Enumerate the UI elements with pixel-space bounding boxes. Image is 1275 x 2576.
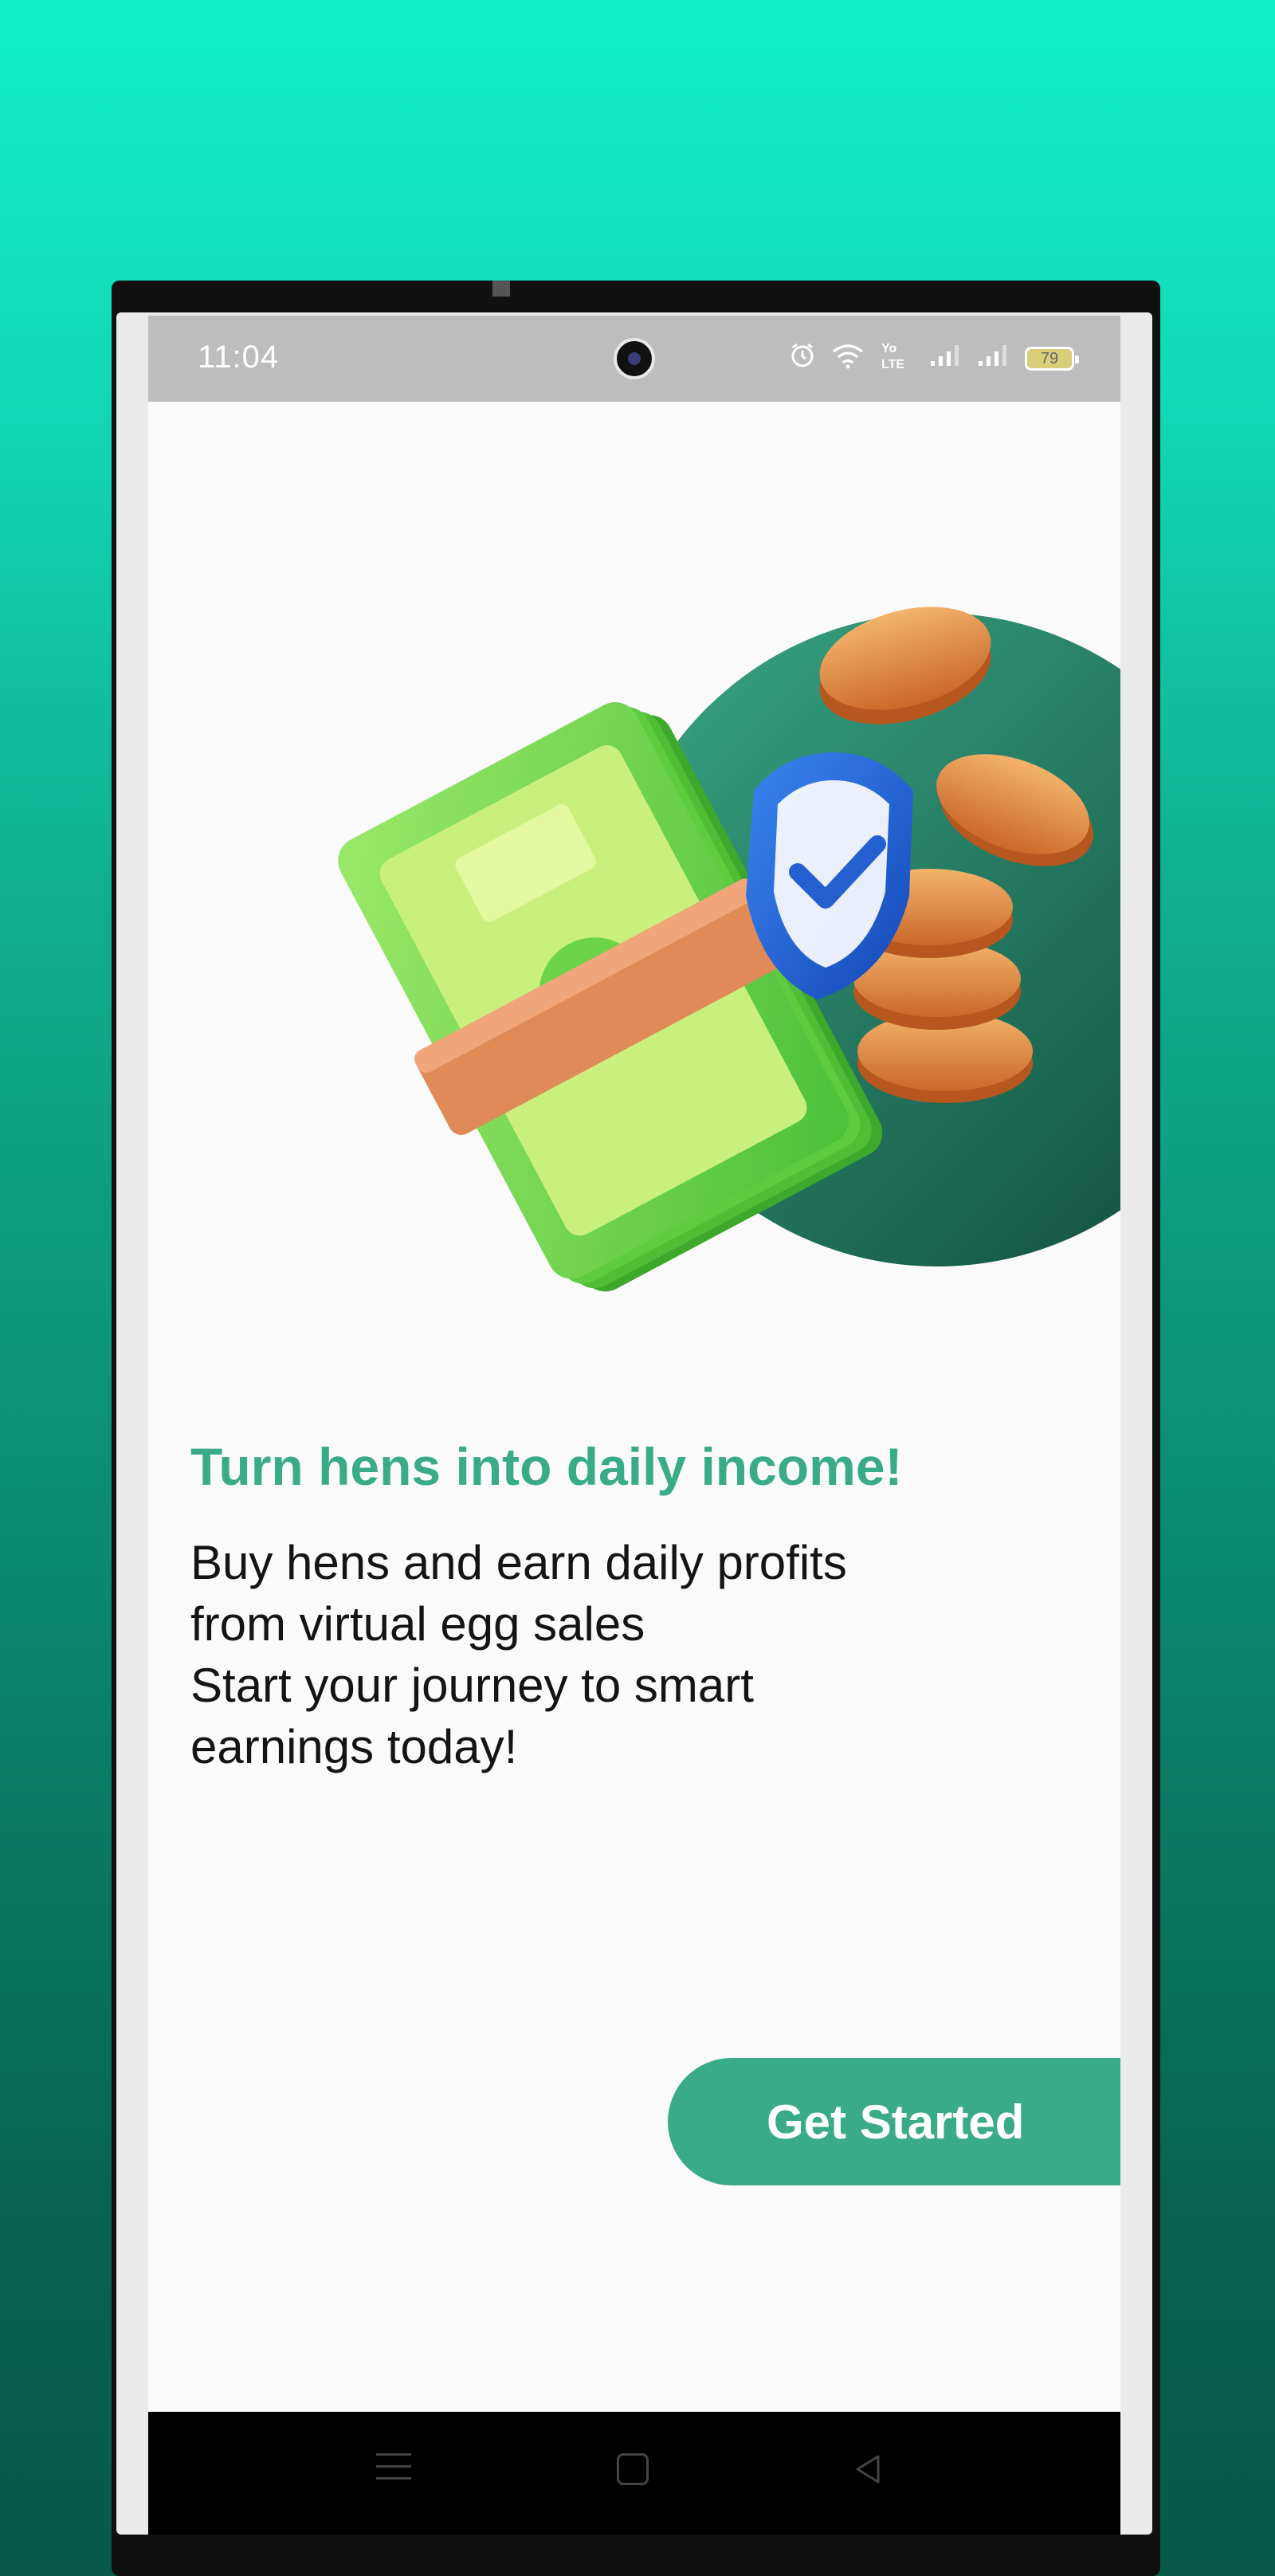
svg-text:LTE: LTE (881, 358, 904, 371)
description-line: Buy hens and earn daily profits (190, 1536, 847, 1589)
menu-icon[interactable] (376, 2453, 411, 2489)
wifi-icon (830, 342, 865, 375)
battery-icon: 79 (1025, 347, 1079, 371)
back-icon[interactable] (853, 2453, 885, 2489)
description-line: Start your journey to smart (190, 1659, 754, 1712)
description-line: earnings today! (190, 1720, 518, 1773)
app-screen: 11:04 Yo LTE 79 Turn hens into daily inc… (148, 316, 1120, 2535)
phone-notch (492, 281, 510, 296)
status-icons: Yo LTE 79 (789, 340, 1079, 378)
status-bar: 11:04 Yo LTE 79 (148, 316, 1120, 402)
status-time: 11:04 (198, 340, 280, 375)
get-started-button[interactable]: Get Started (668, 2058, 1120, 2185)
signal-icon (929, 344, 963, 374)
home-icon[interactable] (617, 2453, 649, 2485)
alarm-icon (789, 342, 816, 375)
svg-text:Yo: Yo (881, 342, 896, 355)
front-camera-icon (614, 338, 655, 379)
onboarding-headline: Turn hens into daily income! (190, 1437, 903, 1496)
system-nav-bar (148, 2412, 1120, 2535)
signal-icon (977, 344, 1010, 374)
volte-icon: Yo LTE (880, 340, 915, 378)
onboarding-description: Buy hens and earn daily profits from vir… (190, 1532, 987, 1777)
description-line: from virtual egg sales (190, 1597, 645, 1651)
